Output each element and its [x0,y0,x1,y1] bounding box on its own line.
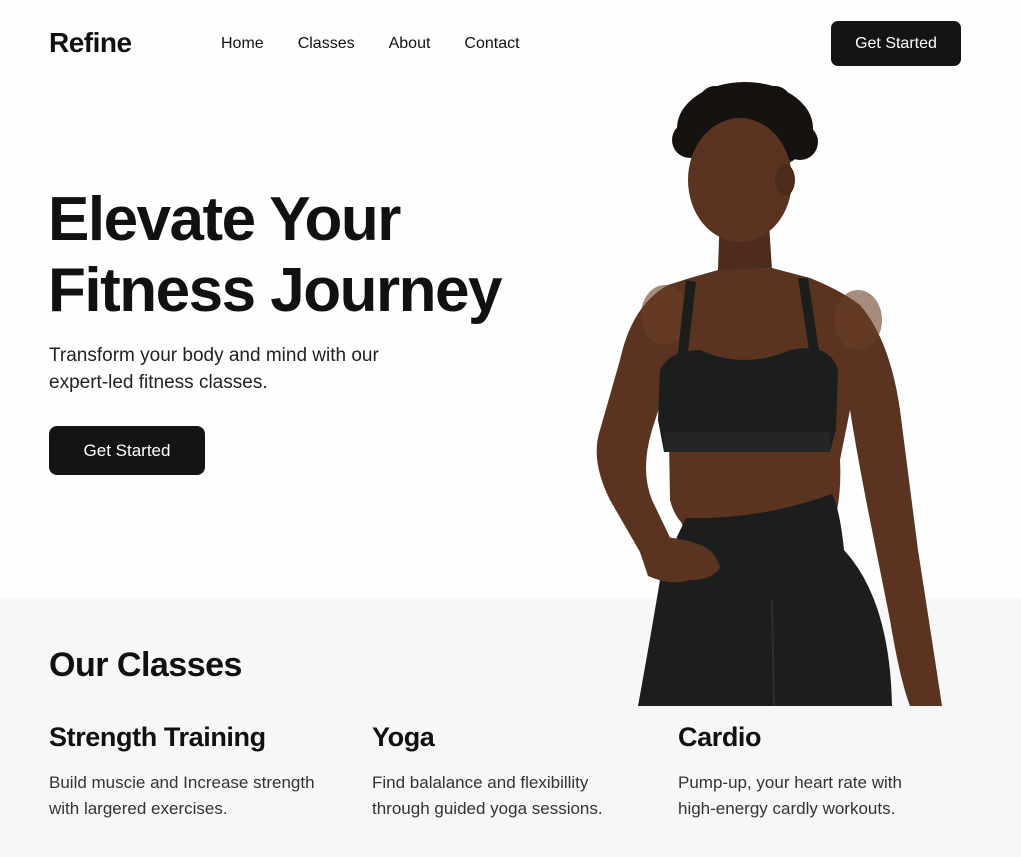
class-card-description-line: through guided yoga sessions. [372,799,603,818]
main-nav: Home Classes About Contact [221,35,554,53]
header-get-started-button[interactable]: Get Started [831,21,961,66]
class-card-description-line: Pump-up, your heart rate with [678,773,902,792]
class-card-title: Cardio [678,722,762,752]
nav-about-link[interactable]: About [389,35,431,53]
hero-title-line-1: Elevate Your [48,185,401,254]
hero-get-started-button[interactable]: Get Started [49,426,205,475]
hero-athlete-image [596,82,942,706]
class-card-title: Strength Training [49,722,266,752]
class-card-description-line: high-energy cardly workouts. [678,799,896,818]
hero-title: Elevate Your Fitness Journey [48,184,568,326]
brand-logo[interactable]: Refine [49,27,132,59]
class-card-description-line: Build muscie and Increase strength [49,773,315,792]
class-card-description: Build muscie and Increase strength with … [49,770,349,822]
class-card-cardio[interactable]: Cardio Pump-up, your heart rate with hig… [678,722,978,822]
landing-page: Refine Home Classes About Contact Get St… [0,0,1021,857]
class-card-strength[interactable]: Strength Training Build muscie and Incre… [49,722,349,822]
class-card-description-line: with largered exercises. [49,799,228,818]
classes-heading: Our Classes [49,646,242,684]
hero-subtitle-line-1: Transform your body and mind with our [49,345,379,366]
leggings-shape [638,494,892,706]
nav-home-link[interactable]: Home [221,35,264,53]
class-card-description-line: Find balalance and flexibillity [372,773,589,792]
hero-subtitle-line-2: expert-led fitness classes. [49,372,268,393]
nav-contact-link[interactable]: Contact [464,35,519,53]
nav-classes-link[interactable]: Classes [298,35,355,53]
class-card-description: Pump-up, your heart rate with high-energ… [678,770,978,822]
hero-title-line-2: Fitness Journey [48,256,502,325]
hero-subtitle: Transform your body and mind with our ex… [49,342,449,396]
class-card-yoga[interactable]: Yoga Find balalance and flexibillity thr… [372,722,672,822]
class-card-title: Yoga [372,722,435,752]
class-card-description: Find balalance and flexibillity through … [372,770,672,822]
